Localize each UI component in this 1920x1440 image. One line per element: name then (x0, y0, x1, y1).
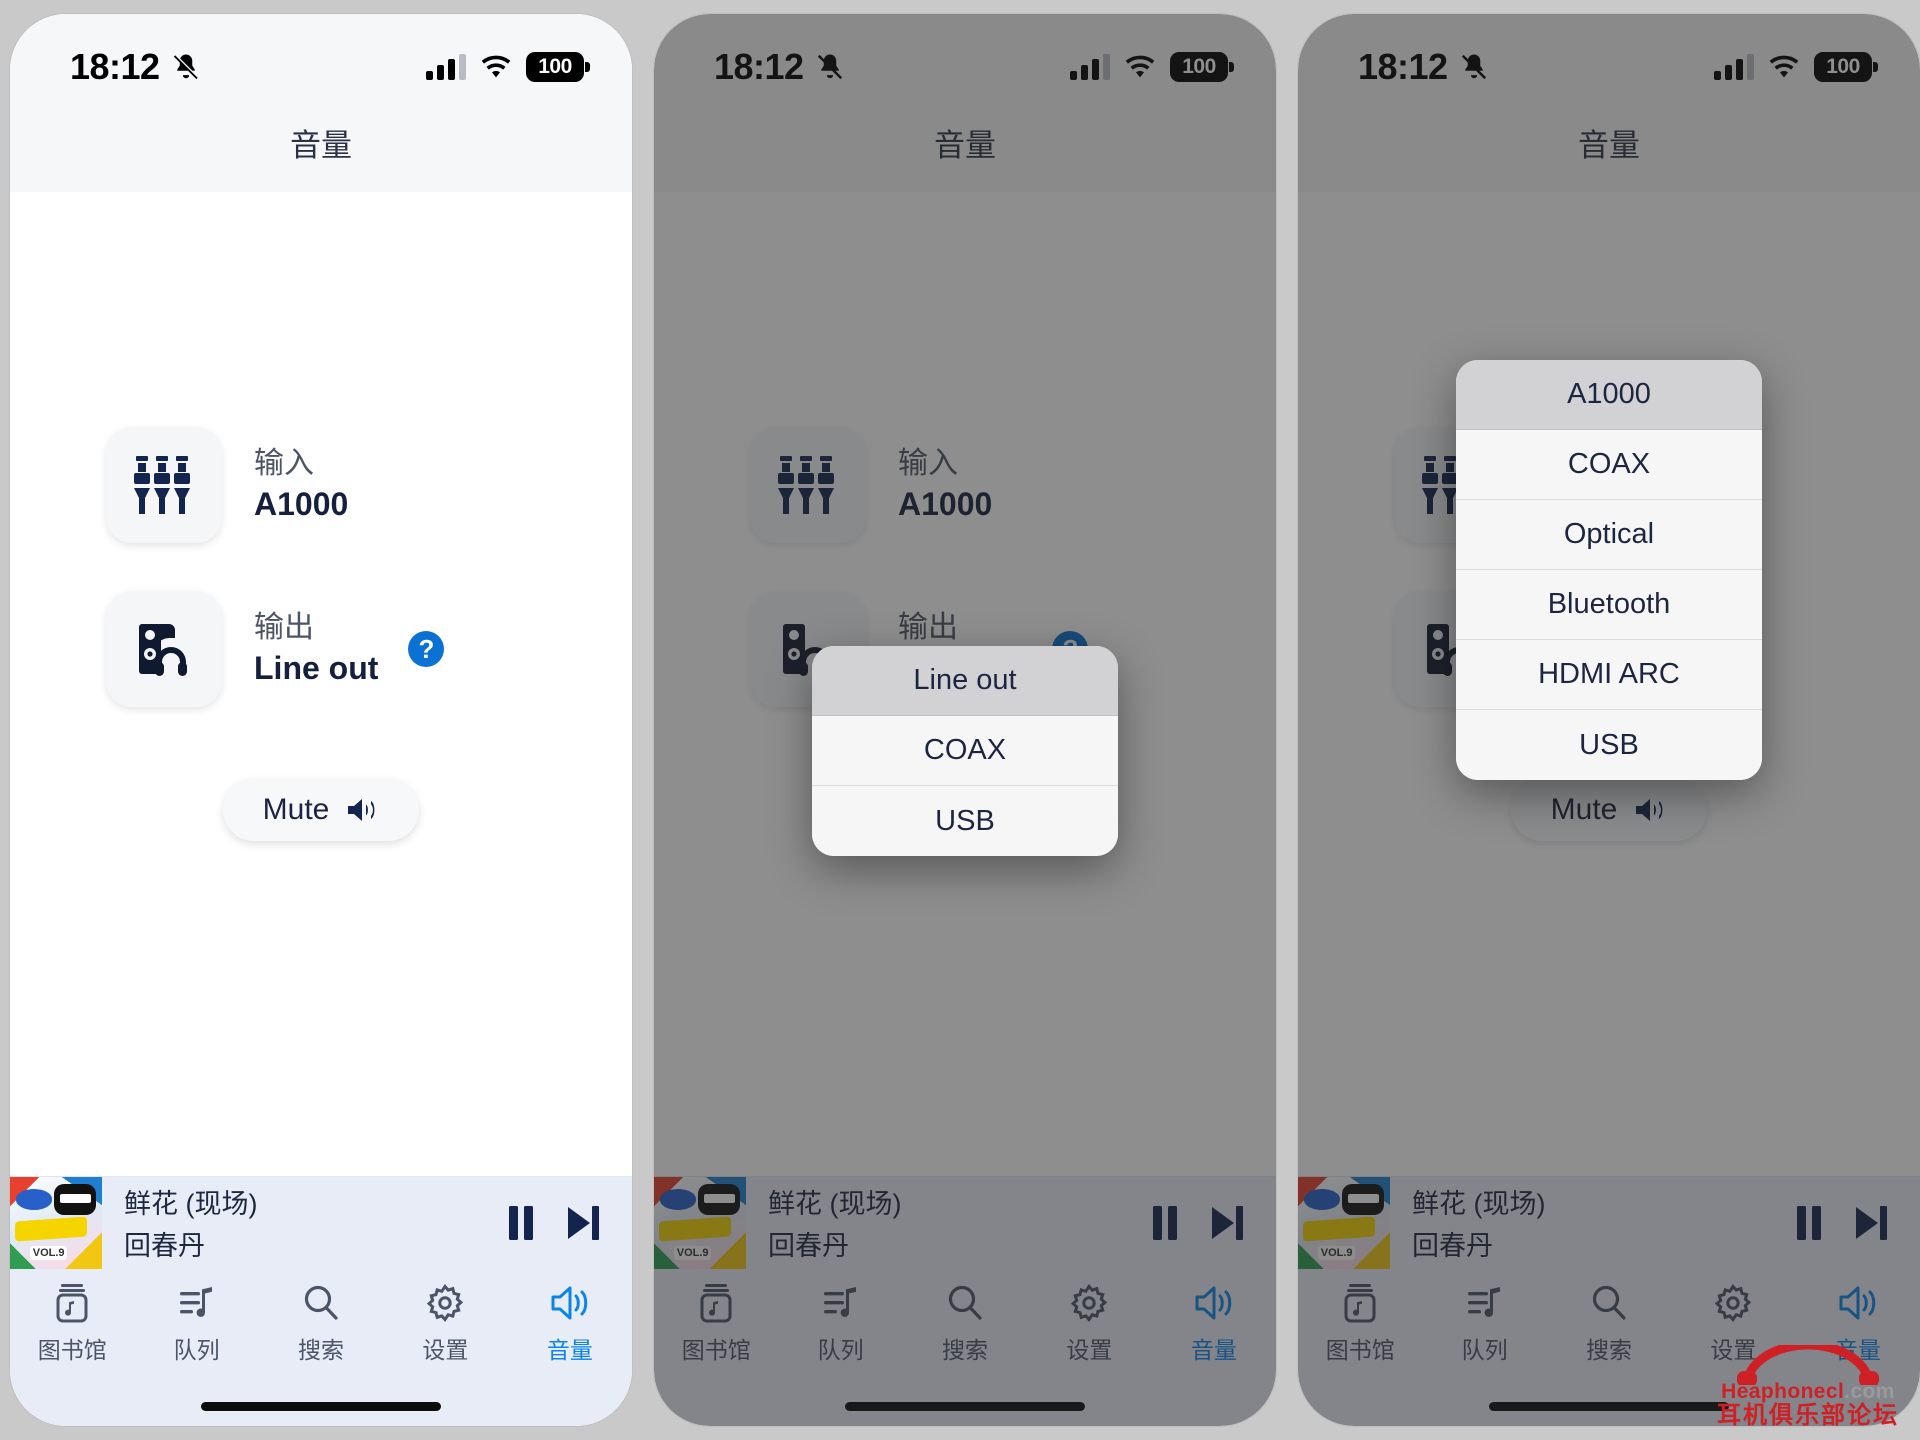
battery-icon: 100 (526, 52, 590, 82)
cellular-signal-icon (426, 54, 466, 80)
now-playing-artist: 回春丹 (124, 1231, 205, 1261)
menu-item-coax[interactable]: COAX (1456, 430, 1762, 500)
tab-search[interactable]: 搜索 (259, 1282, 383, 1365)
device-headphones-icon (106, 591, 222, 707)
tab-search-label: 搜索 (298, 1337, 345, 1363)
output-source-menu[interactable]: Line out COAX USB (812, 646, 1118, 856)
phone-panel-2: 18:12 100 音量 (654, 14, 1276, 1426)
mute-button-label: Mute (262, 793, 330, 826)
phone-panel-3: 18:12 100 音量 (1298, 14, 1920, 1426)
tab-volume[interactable]: 音量 (508, 1282, 632, 1365)
input-source-menu[interactable]: A1000 COAX Optical Bluetooth HDMI ARC US… (1456, 360, 1762, 780)
bell-slash-icon (173, 54, 199, 80)
tab-bar: 图书馆 队列 搜索 设置 音量 (10, 1268, 632, 1386)
menu-item-usb[interactable]: USB (1456, 710, 1762, 780)
queue-icon (178, 1282, 216, 1324)
now-playing-bar[interactable]: VOL.9 鲜花 (现场) 回春丹 (10, 1176, 632, 1269)
artwork-volume-label: VOL.9 (30, 1245, 68, 1261)
screenshot-stage: 18:12 100 音量 输入 A1000 输出 Line out ? Mute… (0, 0, 1920, 1440)
wifi-icon (481, 55, 511, 78)
output-row[interactable]: 输出 Line out ? (106, 591, 536, 707)
search-icon (302, 1282, 340, 1324)
audio-jacks-icon (106, 427, 222, 543)
nav-bar: 音量 (10, 106, 632, 192)
tab-library-label: 图书馆 (37, 1337, 107, 1363)
input-value: A1000 (254, 486, 349, 523)
tab-settings-label: 设置 (422, 1337, 469, 1363)
menu-item-usb[interactable]: USB (812, 786, 1118, 856)
help-button[interactable]: ? (408, 631, 445, 667)
menu-item-line-out[interactable]: Line out (812, 646, 1118, 716)
pause-icon[interactable] (506, 1204, 536, 1242)
phone-panel-1: 18:12 100 音量 输入 A1000 输出 Line out ? Mute… (10, 14, 632, 1426)
battery-level: 100 (538, 55, 572, 78)
speaker-wave-icon (348, 799, 375, 821)
settings-body: 输入 A1000 (10, 192, 632, 1176)
menu-item-optical[interactable]: Optical (1456, 500, 1762, 570)
status-time: 18:12 (70, 46, 160, 87)
menu-item-coax[interactable]: COAX (812, 716, 1118, 786)
next-track-icon[interactable] (564, 1204, 602, 1242)
home-indicator-area (10, 1386, 632, 1426)
page-title: 音量 (290, 128, 352, 163)
menu-item-a1000[interactable]: A1000 (1456, 360, 1762, 430)
input-row[interactable]: 输入 A1000 (106, 427, 536, 543)
output-value: Line out (254, 650, 379, 687)
tab-settings[interactable]: 设置 (383, 1282, 507, 1365)
output-label: 输出 (254, 610, 314, 644)
mute-button[interactable]: Mute (223, 779, 419, 841)
menu-item-bluetooth[interactable]: Bluetooth (1456, 570, 1762, 640)
album-artwork: VOL.9 (10, 1176, 102, 1269)
home-indicator[interactable] (201, 1401, 441, 1411)
tab-library[interactable]: 图书馆 (10, 1282, 134, 1365)
input-label: 输入 (254, 446, 314, 480)
gear-icon (425, 1282, 465, 1324)
tab-queue[interactable]: 队列 (134, 1282, 258, 1365)
status-bar: 18:12 100 (10, 14, 632, 106)
speaker-wave-icon (549, 1282, 591, 1324)
tab-queue-label: 队列 (173, 1337, 220, 1363)
menu-item-hdmi-arc[interactable]: HDMI ARC (1456, 640, 1762, 710)
tab-volume-label: 音量 (546, 1337, 593, 1363)
library-icon (55, 1282, 89, 1324)
now-playing-title: 鲜花 (现场) (124, 1189, 258, 1219)
